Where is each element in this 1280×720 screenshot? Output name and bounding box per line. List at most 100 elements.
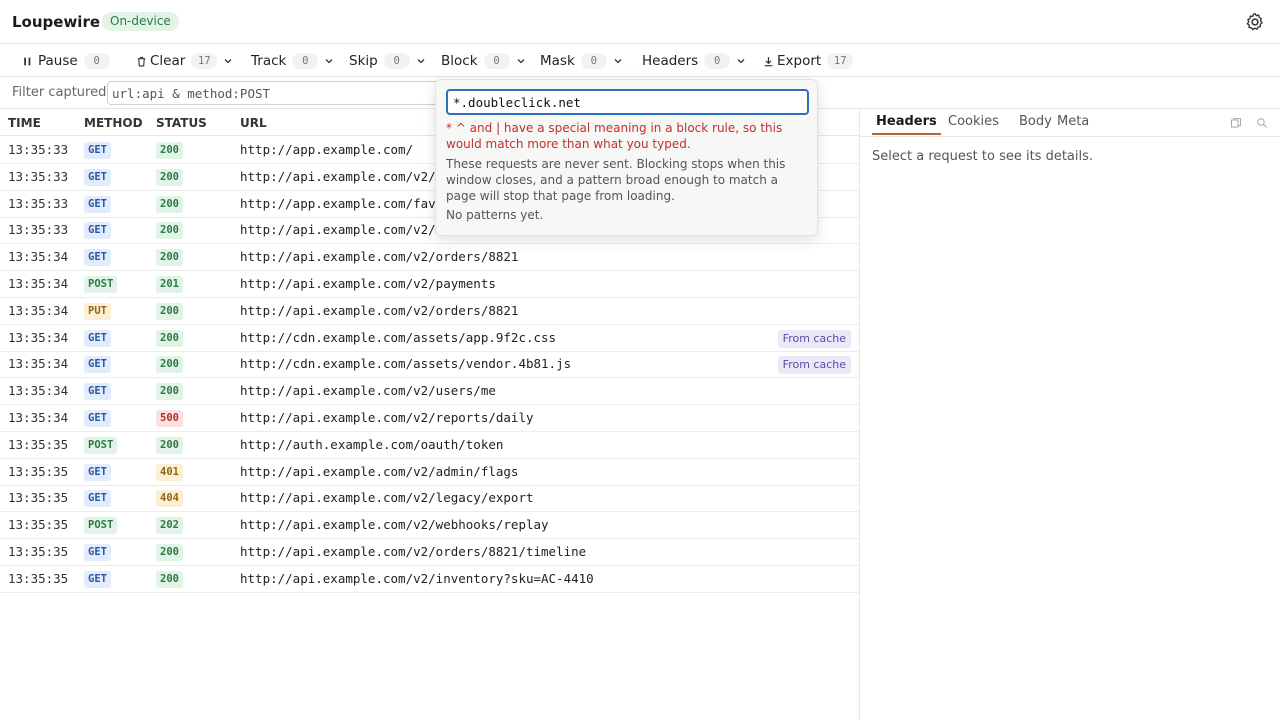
method-badge: GET (84, 329, 111, 347)
row-time: 13:35:34 (8, 410, 69, 425)
row-url: http://api.example.com/v2/webhooks/repla… (240, 517, 549, 533)
status-badge: 200 (156, 356, 183, 374)
status-badge: 200 (156, 329, 183, 347)
chevron-down-icon[interactable] (324, 56, 334, 66)
row-time: 13:35:34 (8, 276, 69, 291)
status-badge: 200 (156, 142, 183, 159)
row-time: 13:35:35 (8, 570, 69, 586)
gear-icon[interactable] (1245, 12, 1265, 32)
pause-count: 0 (83, 53, 110, 69)
row-url: http://auth.example.com/oauth/token (240, 436, 504, 452)
clear-button[interactable]: Clear 17 (136, 45, 233, 77)
block-pattern-input[interactable] (446, 89, 809, 115)
method-badge: POST (84, 276, 118, 293)
filter-label: Filter captured (12, 85, 107, 100)
table-row[interactable]: 13:35:35 POST 200 http://auth.example.com/o… (0, 432, 859, 459)
row-time: 13:35:35 (8, 436, 69, 452)
status-badge: 401 (156, 463, 183, 481)
headers-count: 0 (704, 53, 731, 69)
status-badge: 200 (156, 249, 183, 267)
chevron-down-icon[interactable] (416, 56, 426, 66)
status-badge: 200 (156, 436, 183, 454)
block-count: 0 (483, 53, 510, 69)
row-time: 13:35:35 (8, 463, 69, 479)
table-row[interactable]: 13:35:34 GET 500 http://api.example.com/v2/… (0, 405, 859, 432)
method-badge: GET (84, 142, 111, 159)
skip-count: 0 (383, 53, 410, 69)
row-time: 13:35:33 (8, 142, 69, 157)
tab-meta[interactable]: Meta (1057, 114, 1089, 134)
row-url: http://api.example.com/v2/s (240, 168, 444, 184)
table-row[interactable]: 13:35:34 POST 201 http://api.example.com/v2… (0, 271, 859, 298)
tab-body[interactable]: Body (1019, 114, 1052, 134)
method-badge: GET (84, 356, 111, 374)
row-time: 13:35:34 (8, 249, 69, 265)
track-button[interactable]: Track 0 (251, 45, 334, 77)
method-badge: GET (84, 570, 111, 588)
tab-headers[interactable]: Headers (872, 114, 941, 135)
status-badge: 200 (156, 168, 183, 186)
column-header-url[interactable]: URL (240, 116, 267, 130)
table-row[interactable]: 13:35:35 GET 200 http://api.example.com/v2/… (0, 539, 859, 566)
chevron-down-icon[interactable] (223, 56, 233, 66)
table-row[interactable]: 13:35:34 GET 200 http://api.example.com/v2/… (0, 378, 859, 406)
method-badge: GET (84, 249, 111, 267)
column-header-time[interactable]: TIME (8, 116, 41, 130)
row-url: http://api.example.com/v2/users/me (240, 383, 496, 399)
export-label: Export (777, 53, 822, 69)
block-warning: * ^ and | have a special meaning in a bl… (446, 121, 783, 151)
block-button[interactable]: Block 0 (441, 45, 526, 77)
method-badge: GET (84, 222, 111, 240)
skip-button[interactable]: Skip 0 (349, 45, 426, 77)
pause-icon (24, 57, 31, 65)
column-header-method[interactable]: METHOD (84, 116, 143, 130)
chevron-down-icon[interactable] (613, 56, 623, 66)
row-time: 13:35:33 (8, 168, 69, 184)
table-row[interactable]: 13:35:34 GET 200 http://api.example.com/v2/… (0, 244, 859, 272)
export-button[interactable]: Export 17 (763, 45, 854, 77)
table-row[interactable]: 13:35:35 POST 202 http://api.example.com/v2… (0, 512, 859, 540)
mask-button[interactable]: Mask 0 (540, 45, 623, 77)
pause-label: Pause (38, 53, 78, 69)
row-url: http://cdn.example.com/assets/vendor.4b8… (240, 356, 572, 372)
row-url: http://api.example.com/v2/payments (240, 276, 496, 291)
table-row[interactable]: 13:35:35 GET 200 http://api.example.com/v2/… (0, 566, 859, 593)
method-badge: GET (84, 383, 111, 401)
table-row[interactable]: 13:35:34 GET 200 http://cdn.example.com/ass… (0, 325, 859, 352)
column-header-status[interactable]: STATUS (156, 116, 207, 130)
pause-button[interactable]: Pause 0 (22, 45, 110, 77)
block-empty-text: No patterns yet. (446, 208, 544, 222)
row-time: 13:35:34 (8, 383, 69, 399)
detail-empty-text: Select a request to see its details. (872, 149, 1094, 164)
table-row[interactable]: 13:35:35 GET 401 http://api.example.com/v2/… (0, 459, 859, 486)
row-time: 13:35:35 (8, 490, 69, 506)
mask-count: 0 (580, 53, 607, 69)
filter-input[interactable] (107, 81, 467, 105)
search-icon[interactable] (1256, 117, 1268, 129)
status-badge: 404 (156, 490, 183, 508)
row-url: http://api.example.com/v2/legacy/export (240, 490, 534, 506)
status-badge: 200 (156, 544, 183, 561)
chevron-down-icon[interactable] (516, 56, 526, 66)
method-badge: POST (84, 436, 118, 454)
table-row[interactable]: 13:35:34 GET 200 http://cdn.example.com/ass… (0, 351, 859, 379)
method-badge: GET (84, 463, 111, 481)
clear-label: Clear (150, 53, 186, 69)
table-row[interactable]: 13:35:34 PUT 200 http://api.example.com/v2/… (0, 298, 859, 325)
status-badge: 202 (156, 517, 183, 535)
cache-badge: From cache (777, 356, 851, 375)
row-time: 13:35:34 (8, 356, 69, 372)
block-label: Block (441, 53, 478, 69)
copy-icon[interactable] (1230, 117, 1242, 129)
chevron-down-icon[interactable] (736, 56, 746, 66)
status-badge: 200 (156, 222, 183, 240)
export-count: 17 (827, 53, 854, 69)
status-badge: 200 (156, 302, 183, 320)
method-badge: GET (84, 410, 111, 427)
headers-button[interactable]: Headers 0 (642, 45, 746, 77)
table-row[interactable]: 13:35:35 GET 404 http://api.example.com/v2/… (0, 485, 859, 513)
row-time: 13:35:33 (8, 222, 69, 238)
download-icon (764, 56, 773, 66)
method-badge: POST (84, 517, 118, 535)
tab-cookies[interactable]: Cookies (948, 114, 999, 134)
